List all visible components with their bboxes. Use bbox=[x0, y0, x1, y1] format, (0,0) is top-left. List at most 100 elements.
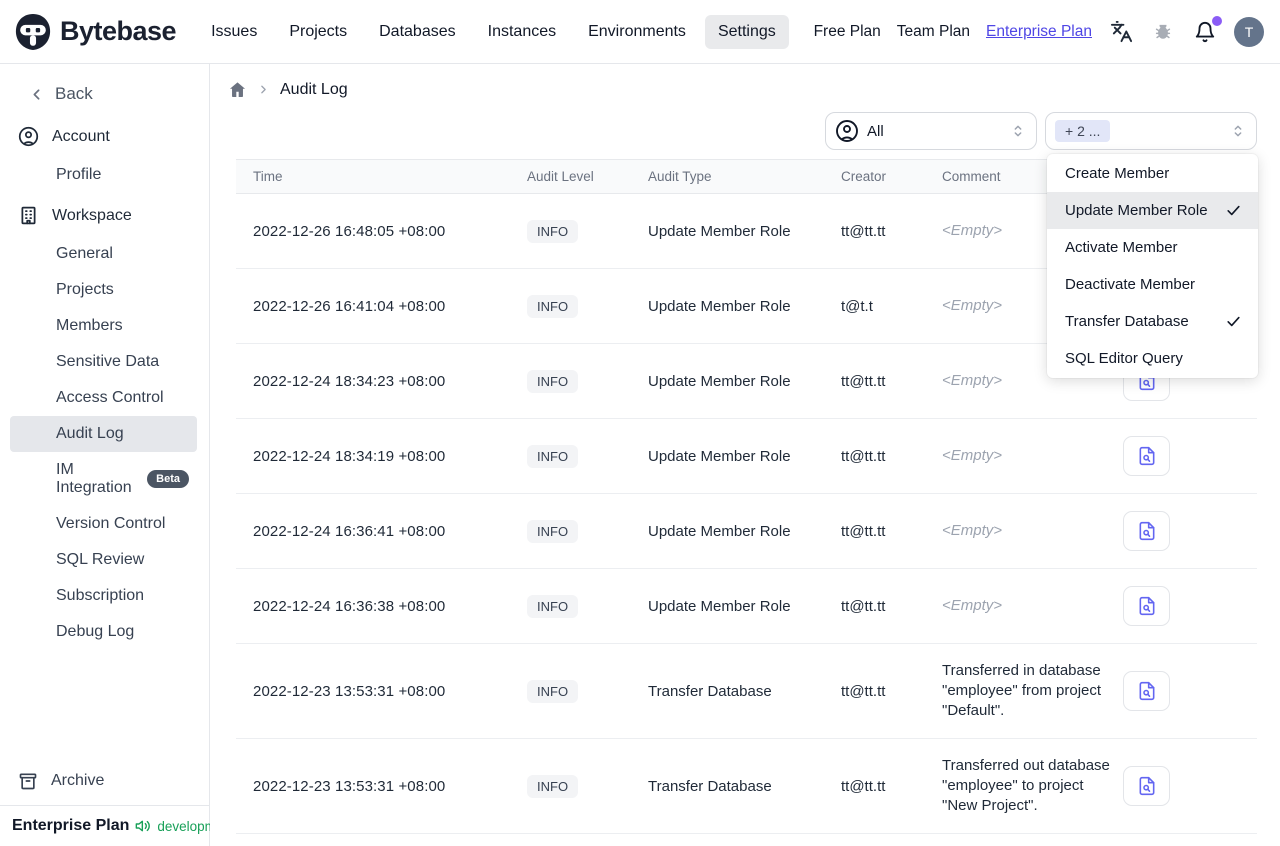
menu-item-label: Transfer Database bbox=[1065, 313, 1189, 330]
nav-instances[interactable]: Instances bbox=[475, 15, 569, 49]
cell-time: 2022-12-26 16:48:05 +08:00 bbox=[236, 193, 527, 269]
table-row: 2022-12-23 13:53:31 +08:00 INFO Transfer… bbox=[236, 643, 1257, 739]
cell-comment: <Empty> bbox=[942, 418, 1123, 494]
cell-audit-type: Update Member Role bbox=[648, 418, 841, 494]
creator-filter-select[interactable]: All bbox=[825, 112, 1037, 150]
cell-comment: <Empty> bbox=[942, 568, 1123, 644]
audit-level-badge: INFO bbox=[527, 444, 579, 468]
menu-item-deactivate-member[interactable]: Deactivate Member bbox=[1047, 266, 1258, 303]
brand-name: Bytebase bbox=[60, 16, 177, 46]
plan-links: Free Plan Team Plan Enterprise Plan bbox=[814, 23, 1092, 41]
bytebase-logo-icon bbox=[14, 13, 52, 51]
audit-level-badge: INFO bbox=[527, 774, 579, 798]
page-title: Audit Log bbox=[280, 80, 348, 98]
sidebar-item-label: Access Control bbox=[56, 389, 164, 406]
menu-item-label: Update Member Role bbox=[1065, 202, 1208, 219]
back-label: Back bbox=[55, 84, 93, 103]
archive-button[interactable]: Archive bbox=[0, 759, 209, 805]
cell-time: 2022-12-23 13:53:31 +08:00 bbox=[236, 738, 527, 834]
cell-creator: tt@tt.tt bbox=[841, 493, 942, 569]
menu-item-activate-member[interactable]: Activate Member bbox=[1047, 229, 1258, 266]
sidebar-item-audit-log[interactable]: Audit Log bbox=[10, 416, 197, 452]
enterprise-plan-link[interactable]: Enterprise Plan bbox=[986, 23, 1092, 41]
cell-comment: <Empty> bbox=[942, 493, 1123, 569]
nav-databases[interactable]: Databases bbox=[366, 15, 469, 49]
nav-projects[interactable]: Projects bbox=[276, 15, 360, 49]
cell-audit-type: Update Member Role bbox=[648, 268, 841, 344]
cell-time: 2022-12-24 16:36:41 +08:00 bbox=[236, 493, 527, 569]
cell-creator: tt@tt.tt bbox=[841, 738, 942, 834]
cell-time: 2022-12-24 18:34:23 +08:00 bbox=[236, 343, 527, 419]
sidebar-item-label: Subscription bbox=[56, 587, 145, 604]
cell-audit-type: Update Member Role bbox=[648, 493, 841, 569]
sidebar-item-label: IM Integration bbox=[56, 461, 132, 496]
view-payload-button[interactable] bbox=[1123, 586, 1170, 626]
view-payload-button[interactable] bbox=[1123, 436, 1170, 476]
check-icon bbox=[1225, 202, 1242, 219]
sidebar-section-account: Account bbox=[0, 114, 209, 157]
sidebar-item-subscription[interactable]: Subscription bbox=[10, 578, 197, 614]
cell-time: 2022-12-24 18:34:19 +08:00 bbox=[236, 418, 527, 494]
audit-level-badge: INFO bbox=[527, 519, 579, 543]
menu-item-sql-editor-query[interactable]: SQL Editor Query bbox=[1047, 340, 1258, 377]
audit-type-filter-value: + 2 ... bbox=[1055, 120, 1111, 142]
col-header-creator: Creator bbox=[841, 159, 942, 194]
menu-item-create-member[interactable]: Create Member bbox=[1047, 155, 1258, 192]
menu-item-label: SQL Editor Query bbox=[1065, 350, 1183, 367]
sidebar-item-members[interactable]: Members bbox=[10, 308, 197, 344]
sidebar-item-profile[interactable]: Profile bbox=[10, 157, 197, 193]
team-plan-link[interactable]: Team Plan bbox=[897, 23, 970, 41]
bug-report-icon[interactable] bbox=[1150, 19, 1176, 45]
nav-environments[interactable]: Environments bbox=[575, 15, 699, 49]
user-circle-icon bbox=[18, 126, 39, 147]
sidebar-item-label: SQL Review bbox=[56, 551, 145, 568]
table-row: 2022-12-24 16:36:38 +08:00 INFO Update M… bbox=[236, 568, 1257, 644]
menu-item-update-member-role[interactable]: Update Member Role bbox=[1047, 192, 1258, 229]
account-title: Account bbox=[52, 127, 110, 145]
filter-row: All + 2 ... bbox=[210, 99, 1280, 159]
speaker-icon[interactable] bbox=[135, 818, 151, 834]
sidebar-item-im-integration[interactable]: IM Integration Beta bbox=[10, 452, 197, 506]
free-plan-link[interactable]: Free Plan bbox=[814, 23, 881, 41]
view-payload-button[interactable] bbox=[1123, 671, 1170, 711]
table-row: 2022-12-24 18:34:19 +08:00 INFO Update M… bbox=[236, 418, 1257, 494]
cell-creator: t@t.t bbox=[841, 268, 942, 344]
cell-creator: tt@tt.tt bbox=[841, 343, 942, 419]
nav-settings[interactable]: Settings bbox=[704, 14, 789, 49]
bytebase-logo[interactable]: Bytebase bbox=[14, 13, 177, 51]
language-icon[interactable] bbox=[1108, 19, 1134, 45]
sidebar-item-access-control[interactable]: Access Control bbox=[10, 380, 197, 416]
view-payload-button[interactable] bbox=[1123, 766, 1170, 806]
sidebar-item-debug-log[interactable]: Debug Log bbox=[10, 614, 197, 650]
cell-creator: tt@tt.tt bbox=[841, 643, 942, 739]
sidebar-item-sql-review[interactable]: SQL Review bbox=[10, 542, 197, 578]
view-payload-button[interactable] bbox=[1123, 511, 1170, 551]
main-nav: Issues Projects Databases Instances Envi… bbox=[198, 14, 789, 49]
sidebar-item-label: General bbox=[56, 245, 113, 262]
menu-item-transfer-database[interactable]: Transfer Database bbox=[1047, 303, 1258, 340]
user-avatar[interactable]: T bbox=[1234, 16, 1264, 47]
back-button[interactable]: Back bbox=[0, 64, 209, 114]
sidebar-item-version-control[interactable]: Version Control bbox=[10, 506, 197, 542]
sidebar-item-projects[interactable]: Projects bbox=[10, 272, 197, 308]
sidebar-section-workspace: Workspace bbox=[0, 193, 209, 236]
archive-label: Archive bbox=[51, 772, 105, 789]
cell-comment: Transferred out database "employee" to p… bbox=[942, 738, 1123, 834]
nav-issues[interactable]: Issues bbox=[198, 15, 270, 49]
audit-level-badge: INFO bbox=[527, 369, 579, 393]
notifications-bell-icon[interactable] bbox=[1192, 15, 1222, 45]
menu-item-label: Activate Member bbox=[1065, 239, 1178, 256]
current-plan-label: Enterprise Plan bbox=[12, 817, 130, 834]
cell-time: 2022-12-24 16:36:38 +08:00 bbox=[236, 568, 527, 644]
chevron-right-icon bbox=[257, 83, 270, 96]
chevron-left-icon bbox=[28, 86, 45, 103]
user-circle-icon bbox=[835, 119, 859, 143]
sidebar-item-label: Sensitive Data bbox=[56, 353, 160, 370]
sidebar-item-general[interactable]: General bbox=[10, 236, 197, 272]
cell-audit-type: Transfer Database bbox=[648, 738, 841, 834]
archive-box-icon bbox=[18, 771, 38, 791]
sidebar-item-sensitive-data[interactable]: Sensitive Data bbox=[10, 344, 197, 380]
home-icon[interactable] bbox=[228, 80, 247, 99]
audit-type-filter-select[interactable]: + 2 ... bbox=[1045, 112, 1257, 150]
chevron-up-down-icon bbox=[1010, 122, 1026, 140]
